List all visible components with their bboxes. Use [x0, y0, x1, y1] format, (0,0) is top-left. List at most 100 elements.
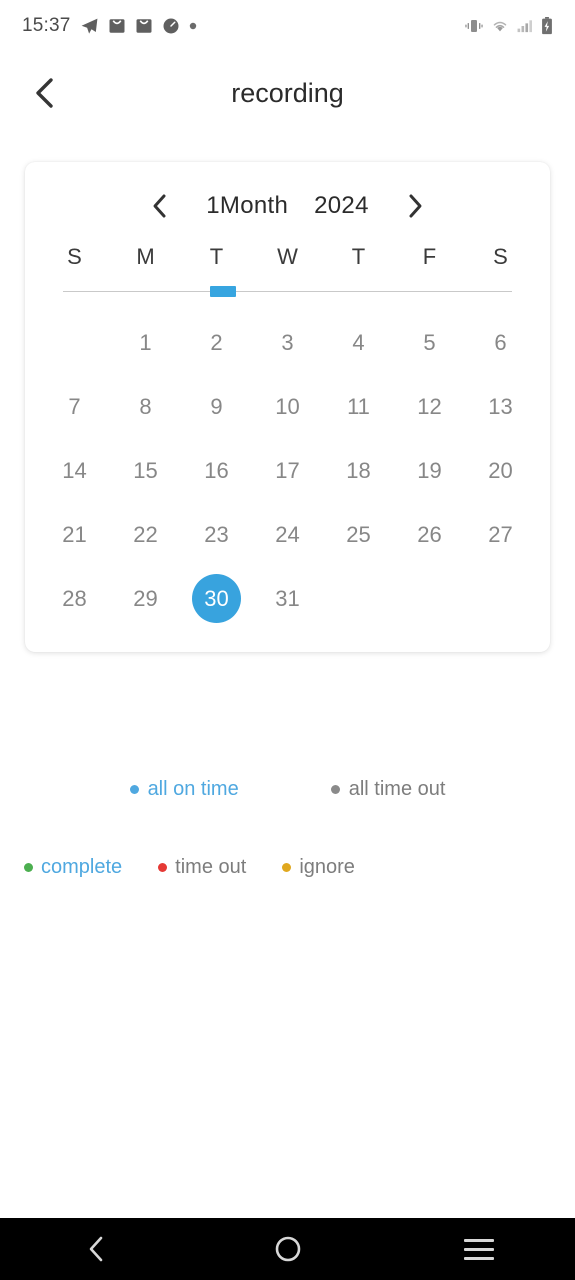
calendar-day-label: 13: [488, 393, 513, 419]
nav-back-button[interactable]: [0, 1218, 192, 1280]
legend-item[interactable]: ignore: [282, 856, 355, 879]
calendar-day-label: 27: [488, 521, 513, 547]
calendar-day-label: 3: [281, 329, 294, 355]
calendar-day[interactable]: 4: [323, 310, 394, 374]
calendar-day-label: 29: [133, 585, 158, 611]
calendar-day[interactable]: 13: [465, 374, 536, 438]
calendar-day-empty: [39, 310, 110, 374]
chevron-left-icon: [89, 1236, 103, 1262]
calendar-day[interactable]: 14: [39, 438, 110, 502]
calendar-next-button[interactable]: [395, 186, 435, 226]
calendar-day[interactable]: 1: [110, 310, 181, 374]
weekday-label: M: [136, 244, 155, 269]
legend-item[interactable]: time out: [158, 856, 246, 879]
calendar-day[interactable]: 21: [39, 502, 110, 566]
calendar-day-label: 4: [352, 329, 365, 355]
page-body: 1Month 2024 SMTWTFS 1 2 3 4 5 6 7 8 9 10 11 12 13 14 1…: [0, 134, 575, 1280]
calendar-day-label: 22: [133, 521, 158, 547]
calendar-day-label: [334, 574, 383, 623]
calendar-prev-button[interactable]: [140, 186, 180, 226]
calendar-day-label: 24: [275, 521, 300, 547]
legend-dot-icon: [158, 863, 168, 872]
calendar-day[interactable]: 7: [39, 374, 110, 438]
calendar-day[interactable]: 24: [252, 502, 323, 566]
wifi-icon: [493, 21, 507, 32]
calendar-day[interactable]: 31: [252, 566, 323, 630]
calendar-day[interactable]: 12: [394, 374, 465, 438]
vibrate-icon: [465, 20, 483, 32]
weekday-label: S: [493, 244, 508, 269]
signal-icon: [517, 20, 532, 33]
calendar-day[interactable]: 8: [110, 374, 181, 438]
calendar-day-label: 9: [210, 393, 223, 419]
chevron-right-icon: [409, 194, 422, 218]
calendar-day[interactable]: 17: [252, 438, 323, 502]
calendar-day-label: 11: [347, 393, 370, 419]
calendar-day[interactable]: 20: [465, 438, 536, 502]
calendar-day-label: 23: [204, 521, 229, 547]
calendar-days-grid: 1 2 3 4 5 6 7 8 9 10 11 12 13 14 15 16 17 18 19 20 21 22 23 24 2…: [25, 310, 550, 630]
calendar-day[interactable]: 5: [394, 310, 465, 374]
legend-item[interactable]: complete: [24, 856, 122, 879]
telegram-icon: [81, 18, 97, 34]
calendar-day-label: 1: [139, 329, 152, 355]
legend-label: time out: [175, 856, 247, 878]
page-title: recording: [231, 77, 344, 108]
legend-dot-icon: [282, 863, 292, 872]
chevron-left-icon: [153, 194, 166, 218]
legend-dot-icon: [24, 863, 33, 872]
header-back-button[interactable]: [20, 69, 68, 117]
calendar-day-label: 28: [62, 585, 87, 611]
filter-option[interactable]: all on time: [129, 778, 239, 801]
calendar-day-label: 17: [275, 457, 300, 483]
speedometer-icon: [163, 18, 179, 34]
calendar-day-label: 14: [62, 457, 87, 483]
calendar-day[interactable]: 11: [323, 374, 394, 438]
app-header: recording: [0, 52, 575, 134]
calendar-day-label: [405, 574, 454, 623]
battery-charging-icon: [542, 17, 552, 35]
status-clock: 15:37: [22, 15, 71, 36]
calendar-day[interactable]: 25: [323, 502, 394, 566]
nav-home-button[interactable]: [192, 1218, 384, 1280]
calendar-day-label: 30: [192, 573, 241, 623]
calendar-day[interactable]: 9: [181, 374, 252, 438]
calendar-day[interactable]: 3: [252, 310, 323, 374]
calendar-day-label: 7: [68, 393, 81, 419]
weekday-label: T: [209, 244, 224, 269]
calendar-day[interactable]: 22: [110, 502, 181, 566]
calendar-day[interactable]: 27: [465, 502, 536, 566]
calendar-rule: [63, 286, 512, 298]
calendar-day-label: 19: [417, 457, 442, 483]
calendar-day-label: 5: [423, 329, 436, 355]
calendar-day[interactable]: 15: [110, 438, 181, 502]
filter-dot-icon: [330, 785, 340, 794]
calendar-day[interactable]: 23: [181, 502, 252, 566]
calendar-day-selected[interactable]: 30: [181, 566, 252, 630]
calendar-day[interactable]: 26: [394, 502, 465, 566]
android-nav-bar: [0, 1218, 575, 1280]
calendar-day[interactable]: 2: [181, 310, 252, 374]
status-bar-left: 15:37: [22, 15, 465, 37]
calendar-day[interactable]: 10: [252, 374, 323, 438]
calendar-day[interactable]: 6: [465, 310, 536, 374]
calendar-day-label: 2: [210, 329, 223, 355]
calendar-day[interactable]: 28: [39, 566, 110, 630]
calendar-rule-line: [63, 291, 512, 292]
legend-row: complete time out ignore: [24, 856, 355, 879]
legend-label: ignore: [299, 856, 355, 878]
calendar-day-label: 20: [488, 457, 513, 483]
calendar-day[interactable]: 16: [181, 438, 252, 502]
filter-label: all on time: [147, 778, 239, 800]
status-bar: 15:37: [0, 0, 575, 52]
filter-label: all time out: [348, 778, 446, 800]
calendar-day[interactable]: 18: [323, 438, 394, 502]
nav-recents-button[interactable]: [383, 1218, 575, 1280]
calendar-card: 1Month 2024 SMTWTFS 1 2 3 4 5 6 7 8 9 10 11 12 13 14 1…: [25, 162, 550, 652]
calendar-day[interactable]: 29: [110, 566, 181, 630]
calendar-day-label: 18: [346, 457, 371, 483]
calendar-day[interactable]: 19: [394, 438, 465, 502]
calendar-day-label: 16: [204, 457, 229, 483]
filter-option[interactable]: all time out: [330, 778, 446, 801]
circle-icon: [275, 1236, 300, 1262]
